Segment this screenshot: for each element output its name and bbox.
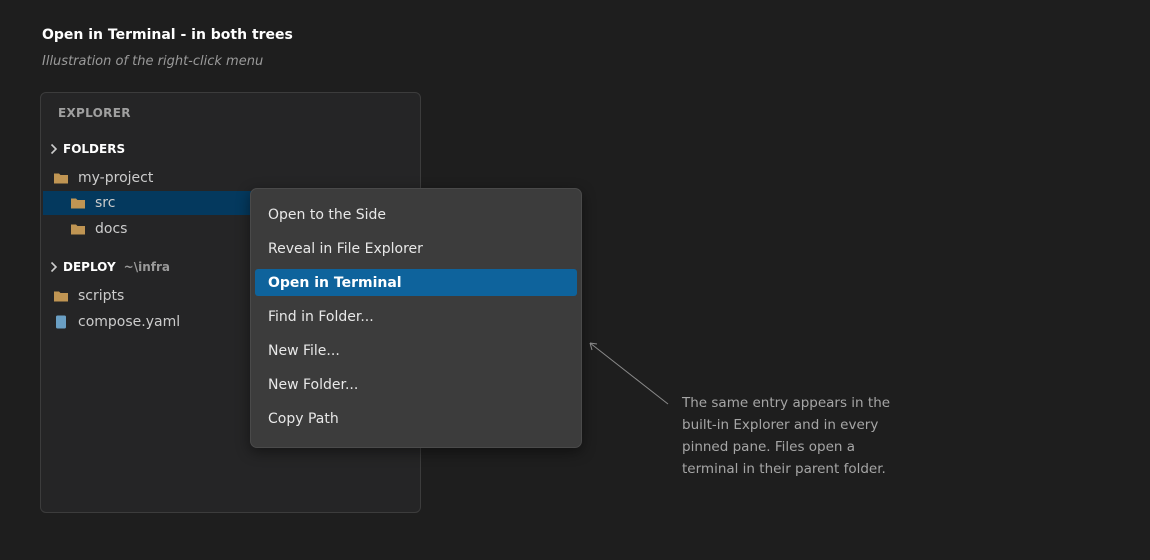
annotation-leader-line [589, 342, 669, 405]
annotation-note: The same entry appears in the built-in E… [682, 395, 891, 477]
